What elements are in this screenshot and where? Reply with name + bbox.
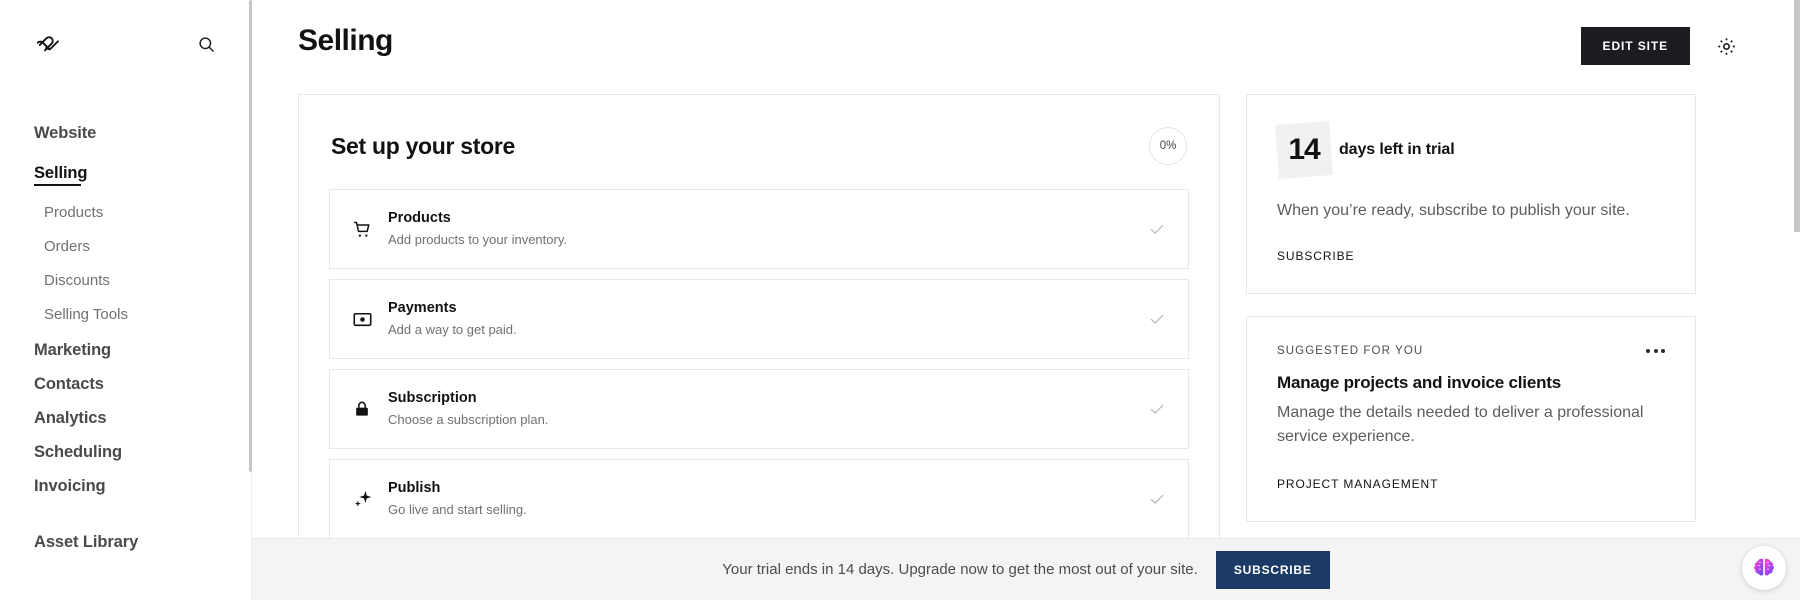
sidebar-item-label: Selling Tools xyxy=(44,306,128,323)
active-indicator xyxy=(34,184,81,186)
task-description: Go live and start selling. xyxy=(388,502,527,517)
sidebar-item-analytics[interactable]: Analytics xyxy=(0,401,251,435)
sidebar-item-label: Invoicing xyxy=(34,477,106,495)
task-text: Subscription Choose a subscription plan. xyxy=(384,389,1142,429)
banner-subscribe-button[interactable]: SUBSCRIBE xyxy=(1215,550,1330,589)
task-row-subscription[interactable]: Subscription Choose a subscription plan. xyxy=(329,369,1189,449)
trial-description: When you’re ready, subscribe to publish … xyxy=(1277,202,1630,219)
app-root: Website Selling Products Orders Discount… xyxy=(0,0,1800,600)
sidebar-item-selling[interactable]: Selling xyxy=(0,156,251,190)
sidebar-item-label: Asset Library xyxy=(34,533,139,551)
task-text: Payments Add a way to get paid. xyxy=(384,299,1142,339)
shopping-cart-icon xyxy=(352,215,384,243)
task-row-payments[interactable]: Payments Add a way to get paid. xyxy=(329,279,1189,359)
progress-badge: 0% xyxy=(1149,127,1187,165)
checkmark-icon xyxy=(1142,310,1166,328)
sidebar-item-discounts[interactable]: Discounts xyxy=(0,264,251,298)
task-title: Products xyxy=(388,210,451,226)
task-row-products[interactable]: Products Add products to your inventory. xyxy=(329,189,1189,269)
sidebar-item-scheduling[interactable]: Scheduling xyxy=(0,435,251,469)
page-scrollbar[interactable] xyxy=(1794,0,1800,232)
sidebar: Website Selling Products Orders Discount… xyxy=(0,0,254,600)
task-text: Products Add products to your inventory. xyxy=(384,209,1142,249)
sidebar-item-label: Discounts xyxy=(44,272,110,289)
sidebar-item-asset-library[interactable]: Asset Library xyxy=(0,525,251,559)
topbar-actions: EDIT SITE xyxy=(1580,22,1740,65)
task-row-publish[interactable]: Publish Go live and start selling. xyxy=(329,459,1189,539)
store-setup-column: Set up your store 0% Products Add produc… xyxy=(298,94,1220,568)
trial-days-value: 14 xyxy=(1288,133,1320,166)
trial-card: 14 days left in trial When you’re ready,… xyxy=(1246,94,1696,294)
topbar: Selling EDIT SITE xyxy=(252,0,1800,84)
suggested-kicker: SUGGESTED FOR YOU xyxy=(1277,345,1424,357)
sidebar-item-website[interactable]: Website xyxy=(0,116,251,150)
sidebar-item-label: Products xyxy=(44,204,104,221)
lock-icon xyxy=(352,395,384,423)
sidebar-header xyxy=(0,0,251,58)
sidebar-item-label: Analytics xyxy=(34,409,107,427)
progress-value: 0% xyxy=(1159,140,1177,152)
search-icon[interactable] xyxy=(193,31,219,57)
ai-brain-icon[interactable] xyxy=(1742,546,1786,590)
store-setup-header: Set up your store 0% xyxy=(329,125,1189,165)
sidebar-item-label: Marketing xyxy=(34,341,112,359)
sidebar-item-label: Orders xyxy=(44,238,90,255)
sidebar-item-marketing[interactable]: Marketing xyxy=(0,333,251,367)
suggested-title: Manage projects and invoice clients xyxy=(1277,373,1561,392)
edit-site-button[interactable]: EDIT SITE xyxy=(1580,27,1690,65)
subscribe-link[interactable]: SUBSCRIBE xyxy=(1277,249,1354,263)
task-title: Subscription xyxy=(388,390,477,406)
store-setup-card: Set up your store 0% Products Add produc… xyxy=(298,94,1220,568)
checkmark-icon xyxy=(1142,490,1166,508)
store-setup-title: Set up your store xyxy=(331,132,516,159)
sidebar-item-selling-tools[interactable]: Selling Tools xyxy=(0,298,251,332)
trial-banner-text: Your trial ends in 14 days. Upgrade now … xyxy=(722,561,1198,578)
task-description: Add products to your inventory. xyxy=(388,232,567,247)
trial-days-label: days left in trial xyxy=(1339,141,1455,158)
suggested-tag-link[interactable]: PROJECT MANAGEMENT xyxy=(1277,477,1438,491)
task-title: Publish xyxy=(388,480,441,496)
page-title: Selling xyxy=(298,24,393,57)
sidebar-item-invoicing[interactable]: Invoicing xyxy=(0,469,251,503)
main-content: Selling EDIT SITE Set up your store 0% P… xyxy=(252,0,1800,600)
task-text: Publish Go live and start selling. xyxy=(384,479,1142,519)
task-description: Add a way to get paid. xyxy=(388,322,517,337)
trial-days-row: 14 days left in trial xyxy=(1275,121,1665,179)
sidebar-item-label: Contacts xyxy=(34,375,104,393)
suggested-card: SUGGESTED FOR YOU Manage projects and in… xyxy=(1246,316,1696,522)
sidebar-item-contacts[interactable]: Contacts xyxy=(0,367,251,401)
sidebar-item-label: Website xyxy=(34,124,97,142)
sidebar-nav: Website Selling Products Orders Discount… xyxy=(0,116,251,559)
content-columns: Set up your store 0% Products Add produc… xyxy=(252,84,1800,568)
ellipsis-icon[interactable] xyxy=(1646,345,1665,357)
sidebar-item-label: Scheduling xyxy=(34,443,122,461)
payment-card-icon xyxy=(352,305,384,333)
sidebar-divider-gap xyxy=(0,503,251,525)
suggested-card-header: SUGGESTED FOR YOU xyxy=(1277,345,1665,357)
sidebar-item-label: Selling xyxy=(34,164,88,182)
squarespace-logo[interactable] xyxy=(34,30,62,58)
suggested-description: Manage the details needed to deliver a p… xyxy=(1277,404,1644,445)
trial-days-badge: 14 xyxy=(1275,121,1333,179)
checkmark-icon xyxy=(1142,400,1166,418)
gear-icon[interactable] xyxy=(1712,32,1740,60)
sidebar-cards-column: 14 days left in trial When you’re ready,… xyxy=(1246,94,1696,568)
task-description: Choose a subscription plan. xyxy=(388,412,549,427)
task-title: Payments xyxy=(388,300,457,316)
sidebar-item-products[interactable]: Products xyxy=(0,196,251,230)
trial-banner: Your trial ends in 14 days. Upgrade now … xyxy=(252,538,1800,600)
sidebar-item-orders[interactable]: Orders xyxy=(0,230,251,264)
sparkle-icon xyxy=(352,485,384,513)
checkmark-icon xyxy=(1142,220,1166,238)
